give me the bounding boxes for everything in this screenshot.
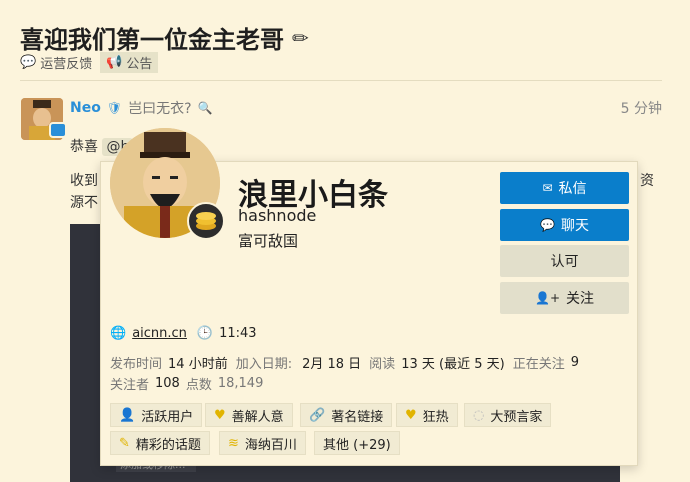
user-card-links: 🌐 aicnn.cn 🕒 11:43 (110, 326, 257, 341)
stat-value: 18,149 (217, 376, 264, 391)
button-label: 私信 (558, 181, 587, 197)
website-link[interactable]: aicnn.cn (132, 326, 187, 341)
badge-fanatic[interactable]: ♥ 狂热 (396, 403, 458, 427)
stat-value: 9 (570, 355, 579, 370)
badge-more[interactable]: 其他 (+29) (314, 431, 400, 455)
badge-label: 大预言家 (490, 409, 543, 425)
envelope-icon: ✉ (542, 181, 553, 195)
stat-label: 正在关注 (512, 357, 565, 372)
stat-label: 阅读 (369, 357, 396, 372)
badge-label: 活跃用户 (141, 409, 194, 425)
topic-title[interactable]: 喜迎我们第一位金主老哥 ✏ (20, 20, 309, 55)
badge-label: 善解人意 (231, 409, 284, 425)
user-card-stats-row2: 关注者 108 点数 18,149 (110, 374, 263, 393)
topic-title-text[interactable]: 喜迎我们第一位金主老哥 (20, 20, 284, 55)
stat-value: 2月 18 日 (302, 357, 362, 372)
post-time[interactable]: 5 分钟 (621, 98, 662, 118)
badge-label: 海纳百川 (244, 437, 297, 453)
follow-button[interactable]: 👤+ 关注 (500, 282, 629, 314)
category-list: 💬 运营反馈 📢 公告 (20, 52, 159, 73)
header-divider (20, 80, 662, 81)
megaphone-icon: 📢 (106, 55, 123, 70)
user-card-stats-row1: 发布时间 14 小时前 加入日期: 2月 18 日 阅读 13 天 (最近 5 … (110, 353, 579, 372)
badge-empathetic[interactable]: ♥ 善解人意 (205, 403, 293, 427)
button-label: 认可 (550, 254, 579, 270)
waves-icon: ≋ (228, 435, 239, 451)
badge-label: 狂热 (422, 409, 449, 425)
stat-value: 108 (155, 376, 180, 391)
badge-open-minded[interactable]: ≋ 海纳百川 (219, 431, 306, 455)
comments-icon: 💬 (20, 55, 37, 70)
badge-famous-link[interactable]: 🔗 著名链接 (300, 403, 393, 427)
kudos-button[interactable]: 认可 (500, 245, 629, 277)
user-card-username: hashnode (238, 206, 317, 225)
user-icon: 👤 (119, 407, 136, 423)
stat-label: 加入日期: (235, 357, 293, 372)
post-username[interactable]: Neo (70, 100, 101, 116)
badge-label: 精彩的话题 (135, 437, 201, 453)
stat-value: 14 小时前 (168, 357, 228, 372)
coins-flair-icon (187, 202, 225, 240)
category-announcement[interactable]: 📢 公告 (100, 52, 159, 73)
badge-label: 其他 (+29) (323, 437, 391, 453)
crystal-ball-icon: ◌ (473, 407, 485, 423)
chat-button[interactable]: 💬 聊天 (500, 209, 629, 241)
post-author: Neo 🛡 岂曰无衣? 🔍 (70, 98, 212, 118)
button-label: 关注 (566, 291, 594, 307)
topic-icon: ✎ (119, 435, 130, 451)
flair-badge-icon (49, 122, 67, 138)
clock-icon: 🕒 (196, 326, 214, 341)
user-plus-icon: 👤+ (535, 291, 560, 305)
category-feedback[interactable]: 💬 运营反馈 (20, 53, 92, 72)
post-body-line3: 源不 (70, 195, 98, 211)
stat-value: 13 天 (最近 5 天) (401, 357, 505, 372)
category-label: 运营反馈 (40, 57, 93, 72)
heart-icon: ♥ (214, 407, 226, 423)
badge-label: 著名链接 (331, 409, 384, 425)
stat-label: 发布时间 (110, 357, 163, 372)
message-button[interactable]: ✉ 私信 (500, 172, 629, 204)
local-time: 11:43 (219, 326, 257, 341)
button-label: 聊天 (560, 218, 589, 234)
badge-prophet[interactable]: ◌ 大预言家 (464, 403, 552, 427)
chat-bubble-icon: 💬 (540, 218, 555, 232)
edit-pencil-icon[interactable]: ✏ (292, 26, 309, 50)
post-body-line2-end: 资 (640, 173, 654, 189)
stat-label: 点数 (185, 378, 212, 393)
moderator-shield-icon: 🛡 (106, 101, 123, 115)
link-icon: 🔗 (309, 407, 326, 423)
magnifier-icon: 🔍 (197, 101, 213, 115)
badge-active-user[interactable]: 👤 活跃用户 (110, 403, 203, 427)
heart-icon: ♥ (405, 407, 417, 423)
stat-label: 关注者 (110, 378, 150, 393)
globe-icon: 🌐 (110, 326, 127, 341)
badge-great-topic[interactable]: ✎ 精彩的话题 (110, 431, 210, 455)
body-text: 恭喜 (70, 139, 98, 155)
post-body-line2: 收到 (70, 173, 98, 189)
category-label: 公告 (126, 57, 153, 72)
post-user-title: 岂曰无衣? (128, 101, 192, 117)
user-card-title: 富可敌国 (238, 232, 299, 250)
